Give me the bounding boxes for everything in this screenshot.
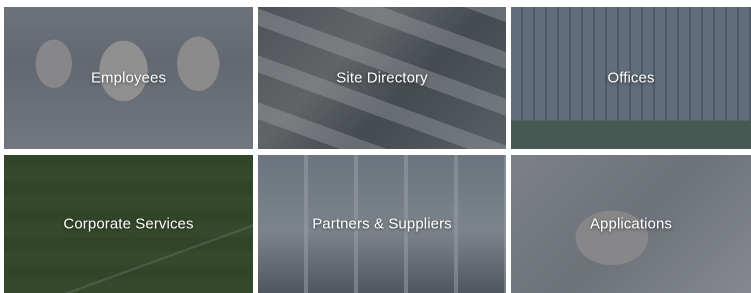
tile-label: Corporate Services bbox=[63, 215, 194, 233]
tile-applications[interactable]: Applications bbox=[511, 155, 751, 293]
tile-label: Site Directory bbox=[336, 69, 428, 87]
tile-label: Applications bbox=[589, 215, 673, 233]
tile-offices[interactable]: Offices bbox=[511, 7, 751, 149]
tile-partners-suppliers[interactable]: Partners & Suppliers bbox=[258, 155, 506, 293]
tile-employees[interactable]: Employees bbox=[4, 7, 253, 149]
tile-label: Partners & Suppliers bbox=[312, 215, 452, 233]
tile-label: Offices bbox=[607, 69, 655, 87]
tile-corporate-services[interactable]: Corporate Services bbox=[4, 155, 253, 293]
tile-site-directory[interactable]: Site Directory bbox=[258, 7, 506, 149]
tile-grid: Employees Site Directory Offices Corpora… bbox=[0, 0, 751, 293]
tile-label: Employees bbox=[90, 69, 167, 87]
